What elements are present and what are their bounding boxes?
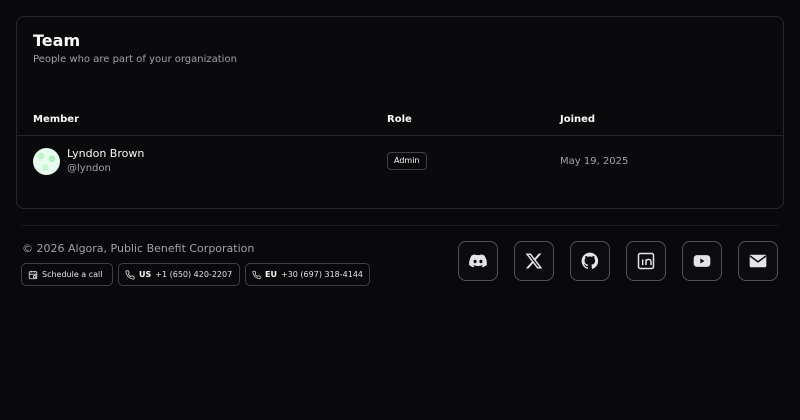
github-icon [581,252,599,269]
phone-us-link[interactable]: US +1 (650) 420-2207 [118,263,240,286]
phone-icon [252,270,261,279]
table-header: Member Role Joined [17,105,783,136]
column-header-joined: Joined [560,114,596,125]
linkedin-icon [637,252,655,270]
schedule-call-label: Schedule a call [42,270,103,279]
discord-icon [469,254,487,268]
copyright-text: © 2026 Algora, Public Benefit Corporatio… [22,242,255,255]
team-card: Team People who are part of your organiz… [16,16,784,209]
x-link[interactable] [514,241,554,281]
phone-number-us: +1 (650) 420-2207 [155,270,233,279]
schedule-call-button[interactable]: Schedule a call [21,263,113,286]
linkedin-link[interactable] [626,241,666,281]
card-title: Team [33,31,81,50]
table-row[interactable]: Lyndon Brown @lyndon Admin May 19, 2025 [17,136,783,188]
column-header-member: Member [33,114,80,125]
phone-number-eu: +30 (697) 318-4144 [281,270,363,279]
footer-divider [22,225,778,226]
phone-region-us: US [139,270,152,279]
discord-link[interactable] [458,241,498,281]
card-subtitle: People who are part of your organization [33,54,237,65]
calendar-clock-icon [28,270,38,279]
mail-link[interactable] [738,241,778,281]
phone-eu-link[interactable]: EU +30 (697) 318-4144 [245,263,370,286]
member-name: Lyndon Brown [67,147,145,160]
member-handle: @lyndon [67,163,111,174]
role-badge: Admin [387,152,427,170]
column-header-role: Role [387,114,412,125]
youtube-link[interactable] [682,241,722,281]
mail-icon [749,254,767,268]
youtube-icon [693,255,711,267]
github-link[interactable] [570,241,610,281]
avatar [33,148,60,175]
phone-region-eu: EU [265,270,277,279]
phone-icon [125,269,135,280]
joined-date: May 19, 2025 [560,156,629,167]
x-icon [525,253,543,269]
